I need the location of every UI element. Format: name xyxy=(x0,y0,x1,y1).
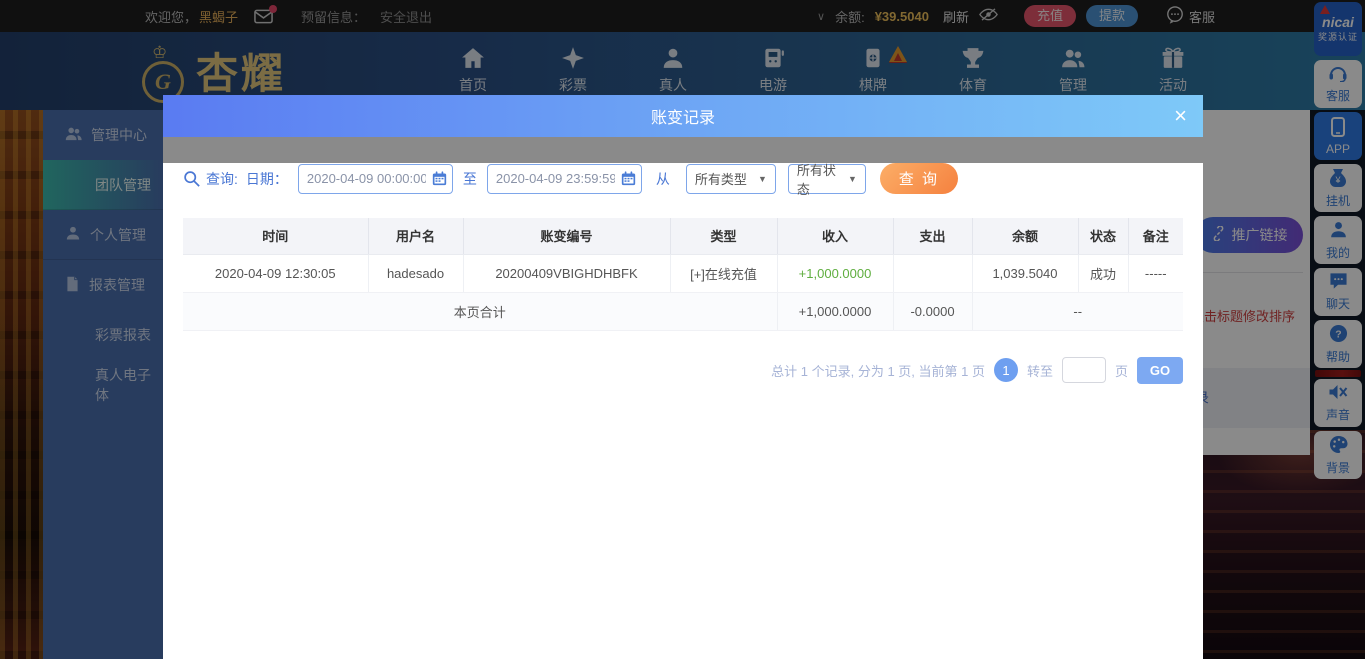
col-remark: 备注 xyxy=(1128,218,1183,255)
goto-label: 转至 xyxy=(1026,363,1053,379)
col-income: 收入 xyxy=(777,218,894,255)
cell-status: 成功 xyxy=(1078,254,1129,293)
summary-balance: -- xyxy=(972,292,1183,331)
goto-page-input[interactable] xyxy=(1061,357,1106,383)
summary-label: 本页合计 xyxy=(183,292,778,331)
col-record-no: 账变编号 xyxy=(463,218,671,255)
cell-type: [+]在线充值 xyxy=(670,254,778,293)
cell-balance: 1,039.5040 xyxy=(972,254,1079,293)
col-username: 用户名 xyxy=(368,218,464,255)
date-to-input[interactable] xyxy=(486,163,642,194)
col-balance: 余额 xyxy=(972,218,1079,255)
to-label: 至 xyxy=(462,170,477,187)
pagination-info: 总计 1 个记录, 分为 1 页, 当前第 1 页 xyxy=(771,363,985,379)
modal-body: 查询: 日期： 至 从 所有类型 ▼ 所有状态 ▼ xyxy=(163,163,1203,659)
table-header-row: 时间 用户名 账变编号 类型 收入 支出 余额 状态 备注 xyxy=(183,218,1183,255)
col-expense: 支出 xyxy=(893,218,973,255)
table-row: 2020-04-09 12:30:05 hadesado 20200409VBI… xyxy=(183,254,1183,293)
go-button[interactable]: GO xyxy=(1137,356,1183,384)
cell-username: hadesado xyxy=(368,254,464,293)
pagination: 总计 1 个记录, 分为 1 页, 当前第 1 页 1 转至 页 GO xyxy=(163,356,1183,384)
cell-expense xyxy=(893,254,973,293)
col-type: 类型 xyxy=(670,218,778,255)
calendar-icon[interactable] xyxy=(621,170,636,189)
date-from-input[interactable] xyxy=(297,163,453,194)
from-label: 从 xyxy=(655,170,670,187)
chevron-down-icon: ▼ xyxy=(757,173,767,184)
status-select[interactable]: 所有状态 ▼ xyxy=(787,163,866,197)
records-table: 时间 用户名 账变编号 类型 收入 支出 余额 状态 备注 2020-04-09… xyxy=(183,218,1183,331)
col-status: 状态 xyxy=(1078,218,1129,255)
col-time: 时间 xyxy=(183,218,369,255)
screen: 欢迎您， 黑蝎子 预留信息： 安全退出 ∨ 余额: ¥39.5040 刷新 充值… xyxy=(0,0,1365,659)
type-select[interactable]: 所有类型 ▼ xyxy=(685,163,776,194)
modal-title: 账变记录 xyxy=(650,110,715,127)
calendar-icon[interactable] xyxy=(432,170,447,189)
cell-record-no: 20200409VBIGHDHBFK xyxy=(463,254,671,293)
page-unit-label: 页 xyxy=(1114,363,1128,379)
summary-income: +1,000.0000 xyxy=(777,292,894,331)
cell-income: +1,000.0000 xyxy=(777,254,894,293)
modal-header: 账变记录 × xyxy=(163,95,1203,137)
cell-time: 2020-04-09 12:30:05 xyxy=(183,254,369,293)
chevron-down-icon: ▼ xyxy=(847,173,857,184)
query-label: 查询: xyxy=(206,170,238,187)
summary-expense: -0.0000 xyxy=(893,292,973,331)
close-icon[interactable]: × xyxy=(1174,105,1187,127)
page-1-button[interactable]: 1 xyxy=(993,358,1018,382)
search-icon xyxy=(183,170,200,187)
date-label: 日期： xyxy=(245,170,288,187)
summary-row: 本页合计 +1,000.0000 -0.0000 -- xyxy=(183,292,1183,331)
search-form: 查询: 日期： 至 从 所有类型 ▼ 所有状态 ▼ xyxy=(183,163,1183,197)
account-change-modal: 账变记录 × 查询: 日期： 至 从 所有类型 ▼ xyxy=(163,95,1203,659)
cell-remark: ----- xyxy=(1128,254,1183,293)
query-submit-button[interactable]: 查 询 xyxy=(879,163,958,194)
